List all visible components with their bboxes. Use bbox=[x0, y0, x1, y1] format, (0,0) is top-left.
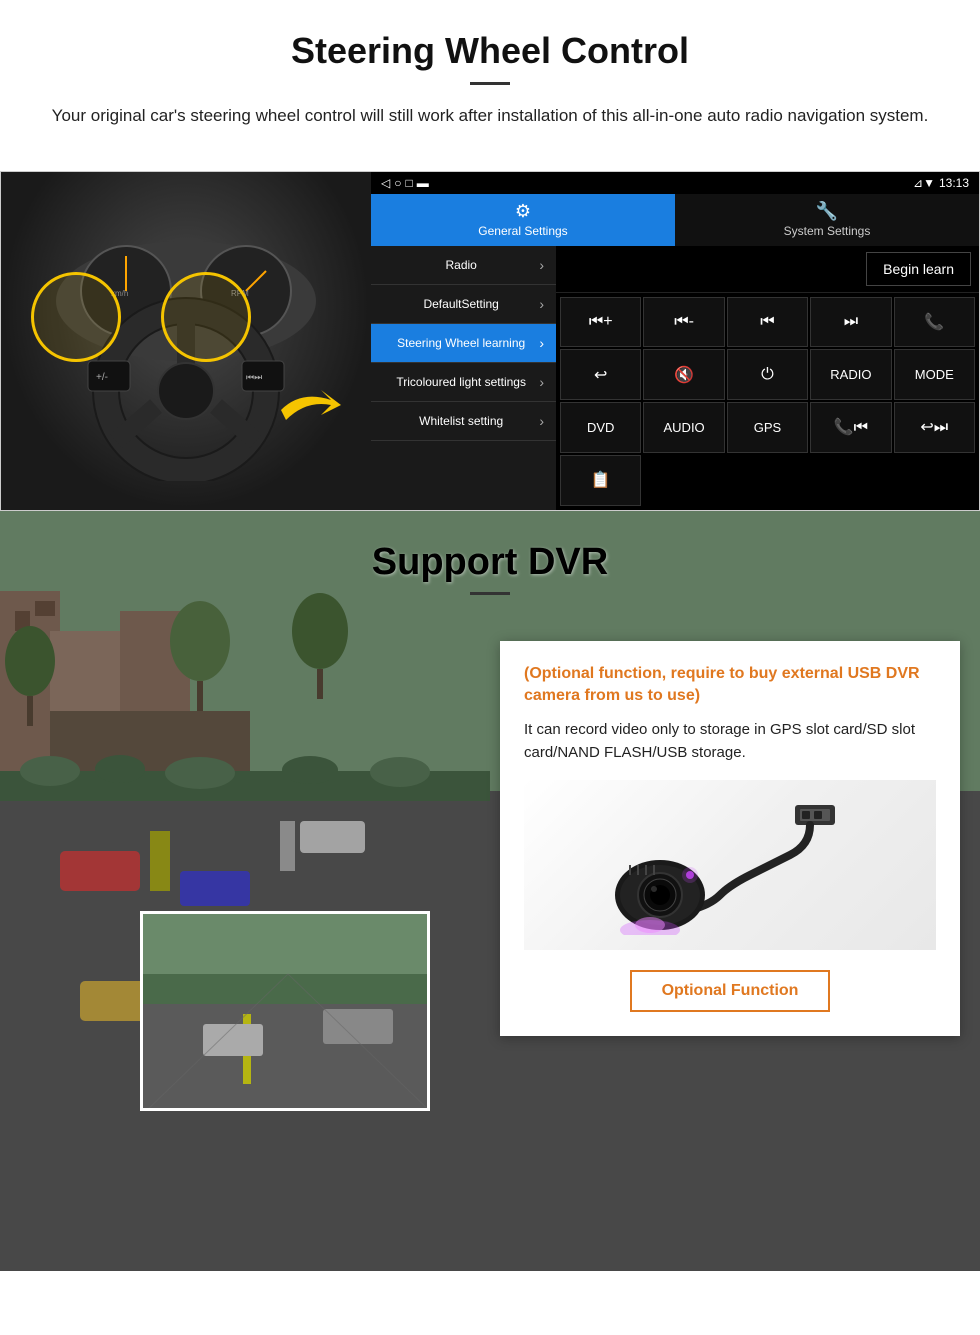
gps-label: GPS bbox=[754, 420, 781, 435]
dvr-camera-image bbox=[524, 780, 936, 950]
ctrl-vol-up[interactable]: ⏮+ bbox=[560, 297, 641, 348]
menu-item-radio[interactable]: Radio › bbox=[371, 246, 556, 285]
ctrl-power[interactable]: ⏻ bbox=[727, 349, 808, 400]
dvr-divider bbox=[470, 592, 510, 595]
android-tabs[interactable]: ⚙ General Settings 🔧 System Settings bbox=[371, 194, 979, 246]
home-icon: ○ bbox=[394, 176, 401, 190]
chevron-right-icon-2: › bbox=[539, 296, 544, 312]
power-icon: ⏻ bbox=[761, 366, 774, 384]
chevron-right-icon-3: › bbox=[539, 335, 544, 351]
back-call-icon: ↩ bbox=[594, 365, 607, 385]
tab-system-settings[interactable]: 🔧 System Settings bbox=[675, 194, 979, 246]
ctrl-radio[interactable]: RADIO bbox=[810, 349, 891, 400]
android-content: Radio › DefaultSetting › Steering Wheel … bbox=[371, 246, 979, 510]
ctrl-dvd[interactable]: DVD bbox=[560, 402, 641, 453]
phone-icon: 📞 bbox=[924, 312, 944, 332]
begin-learn-row: Begin learn bbox=[556, 246, 979, 293]
audio-label: AUDIO bbox=[664, 420, 705, 435]
menu-item-whitelist[interactable]: Whitelist setting › bbox=[371, 402, 556, 441]
menu-whitelist-label: Whitelist setting bbox=[383, 414, 539, 428]
controls-grid: ⏮+ ⏮- ⏮ ⏭ 📞 ↩ 🔇 ⏻ RADIO MODE DVD AUDIO G… bbox=[556, 293, 979, 510]
dvd-label: DVD bbox=[587, 420, 614, 435]
begin-learn-button[interactable]: Begin learn bbox=[866, 252, 971, 286]
mute-icon: 🔇 bbox=[674, 365, 694, 385]
menu-radio-label: Radio bbox=[383, 258, 539, 272]
ctrl-vol-down[interactable]: ⏮- bbox=[643, 297, 724, 348]
highlight-left bbox=[31, 272, 121, 362]
ctrl-phone-prev[interactable]: 📞⏮ bbox=[810, 402, 891, 453]
dvr-camera-svg bbox=[610, 795, 850, 935]
ctrl-mode[interactable]: MODE bbox=[894, 349, 975, 400]
android-statusbar: ◁ ○ □ ▬ ⊿▼ 13:13 bbox=[371, 172, 979, 194]
tab-general-label: General Settings bbox=[478, 224, 567, 238]
dvr-title: Support DVR bbox=[40, 541, 940, 584]
title-divider bbox=[470, 82, 510, 85]
steering-section: Steering Wheel Control Your original car… bbox=[0, 0, 980, 171]
dvr-info-card: (Optional function, require to buy exter… bbox=[500, 641, 960, 1037]
dvr-optional-text: (Optional function, require to buy exter… bbox=[524, 663, 936, 708]
steering-title: Steering Wheel Control bbox=[40, 30, 940, 72]
optional-function-button[interactable]: Optional Function bbox=[630, 970, 831, 1012]
system-settings-icon: 🔧 bbox=[816, 201, 838, 222]
yellow-arrow-icon bbox=[271, 380, 351, 440]
recents-icon: □ bbox=[405, 176, 412, 190]
ctrl-back[interactable]: ↩ bbox=[560, 349, 641, 400]
steering-subtitle: Your original car's steering wheel contr… bbox=[40, 103, 940, 129]
general-settings-icon: ⚙ bbox=[515, 201, 531, 222]
ctrl-gps[interactable]: GPS bbox=[727, 402, 808, 453]
dvr-thumbnail-inner bbox=[143, 914, 427, 1108]
ctrl-back-next[interactable]: ↩⏭ bbox=[894, 402, 975, 453]
menu-defaultsetting-label: DefaultSetting bbox=[383, 297, 539, 311]
ctrl-prev[interactable]: ⏮ bbox=[727, 297, 808, 348]
menu-steering-label: Steering Wheel learning bbox=[383, 336, 539, 350]
extra-icon: 📋 bbox=[591, 470, 611, 490]
back-icon: ◁ bbox=[381, 176, 390, 190]
steering-wheel-bg: km/h RPM +/- ⏮⏭ bbox=[1, 172, 371, 510]
menu-tricoloured-label: Tricoloured light settings bbox=[383, 375, 539, 389]
tab-system-label: System Settings bbox=[784, 224, 871, 238]
prev-icon: ⏮ bbox=[760, 313, 774, 331]
dvr-description: It can record video only to storage in G… bbox=[524, 719, 936, 764]
statusbar-status: ⊿▼ 13:13 bbox=[913, 176, 969, 190]
tab-general-settings[interactable]: ⚙ General Settings bbox=[371, 194, 675, 246]
ctrl-phone[interactable]: 📞 bbox=[894, 297, 975, 348]
dvr-title-area: Support DVR bbox=[0, 511, 980, 605]
vol-up-icon: ⏮+ bbox=[589, 313, 613, 331]
radio-label: RADIO bbox=[830, 367, 871, 382]
statusbar-nav-icons: ◁ ○ □ ▬ bbox=[381, 176, 429, 190]
ctrl-extra[interactable]: 📋 bbox=[560, 455, 641, 506]
svg-text:⏮⏭: ⏮⏭ bbox=[246, 372, 262, 382]
dvr-thumbnail-svg bbox=[143, 914, 430, 1111]
chevron-right-icon: › bbox=[539, 257, 544, 273]
menu-item-steering-wheel[interactable]: Steering Wheel learning › bbox=[371, 324, 556, 363]
screenshot-area: km/h RPM +/- ⏮⏭ bbox=[0, 171, 980, 511]
ctrl-next[interactable]: ⏭ bbox=[810, 297, 891, 348]
menu-list: Radio › DefaultSetting › Steering Wheel … bbox=[371, 246, 556, 510]
dvr-section: Support DVR (Optional function, require … bbox=[0, 511, 980, 1271]
controls-area: Begin learn ⏮+ ⏮- ⏮ ⏭ 📞 ↩ 🔇 ⏻ RADIO MODE bbox=[556, 246, 979, 510]
menu-icon: ▬ bbox=[417, 176, 429, 190]
time-display: 13:13 bbox=[939, 176, 969, 190]
signal-icon: ⊿▼ bbox=[913, 176, 935, 190]
chevron-right-icon-4: › bbox=[539, 374, 544, 390]
highlight-right bbox=[161, 272, 251, 362]
vol-down-icon: ⏮- bbox=[674, 313, 694, 331]
phone-prev-icon: 📞⏮ bbox=[834, 417, 868, 437]
next-icon: ⏭ bbox=[844, 313, 858, 331]
menu-item-tricoloured[interactable]: Tricoloured light settings › bbox=[371, 363, 556, 402]
ctrl-mute[interactable]: 🔇 bbox=[643, 349, 724, 400]
android-panel: ◁ ○ □ ▬ ⊿▼ 13:13 ⚙ General Settings 🔧 Sy… bbox=[371, 172, 979, 510]
dvr-thumbnail bbox=[140, 911, 430, 1111]
back-next-icon: ↩⏭ bbox=[920, 417, 948, 437]
menu-item-defaultsetting[interactable]: DefaultSetting › bbox=[371, 285, 556, 324]
chevron-right-icon-5: › bbox=[539, 413, 544, 429]
ctrl-audio[interactable]: AUDIO bbox=[643, 402, 724, 453]
mode-label: MODE bbox=[915, 367, 954, 382]
steering-photo: km/h RPM +/- ⏮⏭ bbox=[1, 172, 371, 510]
svg-text:+/-: +/- bbox=[96, 372, 108, 383]
